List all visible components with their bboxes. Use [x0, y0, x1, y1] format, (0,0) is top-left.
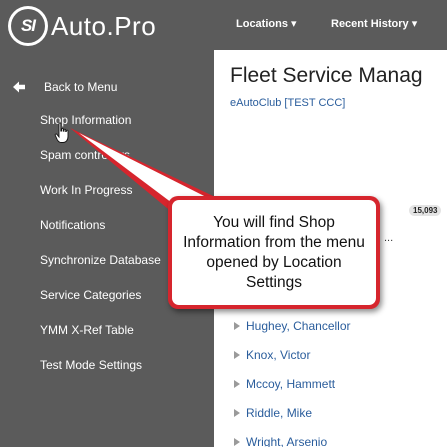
sidebar-item-work-in-progress[interactable]: Work In Progress: [40, 183, 132, 197]
annotation-callout: You will find Shop Information from the …: [168, 196, 380, 309]
expand-triangle-icon[interactable]: [234, 380, 240, 388]
back-to-menu-label: Back to Menu: [44, 80, 118, 94]
sidebar-item-synchronize-database[interactable]: Synchronize Database: [40, 253, 161, 267]
sidebar-item-notifications[interactable]: Notifications: [40, 218, 105, 232]
list-item[interactable]: Hughey, Chancellor: [234, 319, 351, 333]
list-item[interactable]: Mccoy, Hammett: [234, 377, 335, 391]
expand-triangle-icon[interactable]: [234, 322, 240, 330]
logo-text: Auto.Pro: [51, 10, 157, 41]
person-name[interactable]: Riddle, Mike: [246, 406, 312, 420]
list-item[interactable]: Wright, Arsenio: [234, 435, 327, 447]
locations-menu[interactable]: Locations ▾: [236, 17, 297, 30]
count-badge: 15,093: [409, 205, 442, 216]
app-logo[interactable]: SI Auto.Pro: [8, 6, 156, 46]
more-indicator[interactable]: ...: [384, 232, 393, 244]
person-name[interactable]: Mccoy, Hammett: [246, 377, 335, 391]
logo-badge: SI: [8, 6, 48, 46]
recent-history-menu[interactable]: Recent History ▾: [331, 17, 417, 30]
person-name[interactable]: Hughey, Chancellor: [246, 319, 351, 333]
sidebar-item-spam-controllers[interactable]: Spam controllers: [40, 148, 130, 162]
arrow-left-icon: [13, 81, 25, 93]
sidebar-item-service-categories[interactable]: Service Categories: [40, 288, 141, 302]
sidebar-item-test-mode-settings[interactable]: Test Mode Settings: [40, 358, 142, 372]
page-title: Fleet Service Manag: [230, 64, 423, 87]
back-to-menu-button[interactable]: Back to Menu: [12, 80, 117, 94]
list-item[interactable]: Riddle, Mike: [234, 406, 312, 420]
logo-badge-text: SI: [11, 9, 45, 43]
hand-cursor-icon: [54, 122, 69, 143]
callout-body: You will find Shop Information from the …: [172, 200, 376, 305]
account-link[interactable]: eAutoClub [TEST CCC]: [230, 97, 345, 109]
list-item[interactable]: Knox, Victor: [234, 348, 310, 362]
person-name[interactable]: Wright, Arsenio: [246, 435, 327, 447]
expand-triangle-icon[interactable]: [234, 351, 240, 359]
expand-triangle-icon[interactable]: [234, 438, 240, 446]
top-bar: SI Auto.Pro Locations ▾ Recent History ▾: [0, 0, 447, 50]
sidebar-item-ymm-xref-table[interactable]: YMM X-Ref Table: [40, 323, 134, 337]
expand-triangle-icon[interactable]: [234, 409, 240, 417]
callout-text: You will find Shop Information from the …: [183, 213, 365, 291]
person-name[interactable]: Knox, Victor: [246, 348, 310, 362]
